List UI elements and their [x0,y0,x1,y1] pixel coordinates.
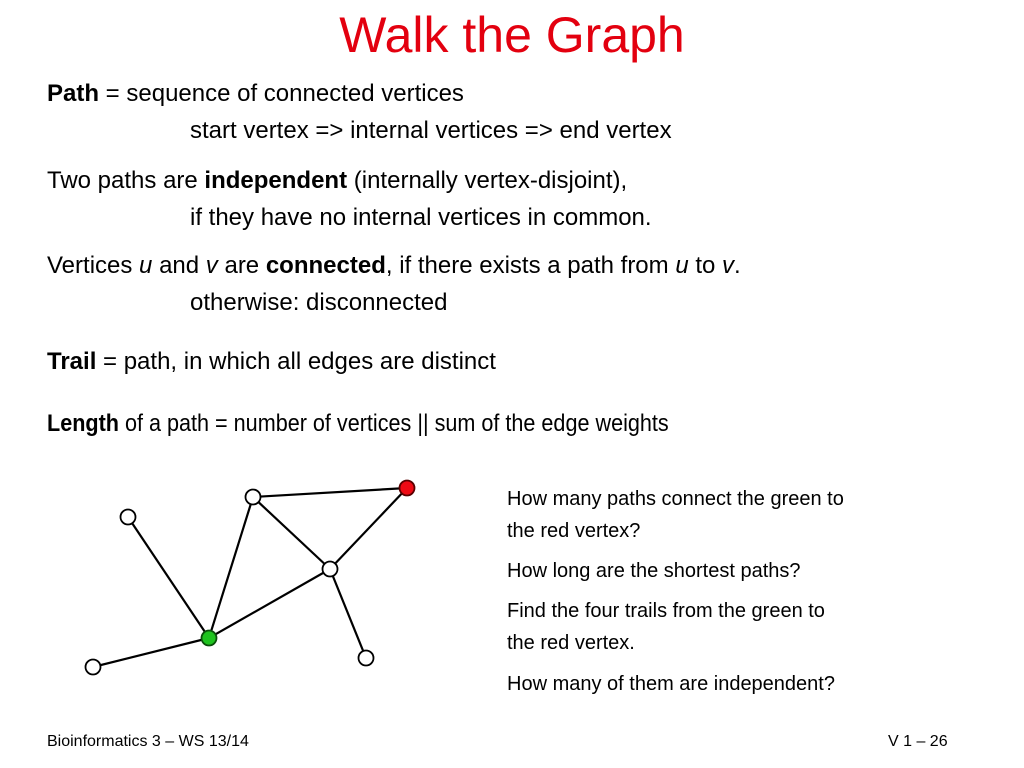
graph-edge [328,568,368,659]
red-end-vertex [398,479,416,497]
graph-edge [92,636,210,669]
question-3-line1: Find the four trails from the green to [507,600,825,622]
graph-vertex [357,649,375,667]
graph-vertex [119,508,137,526]
green-start-vertex [200,629,218,647]
graph-edge [127,516,210,639]
question-1-line1: How many paths connect the green to [507,488,844,510]
graph-vertex [321,560,339,578]
question-4: How many of them are independent? [507,673,835,695]
question-3-line2: the red vertex. [507,632,635,654]
footer-course: Bioinformatics 3 – WS 13/14 [47,733,249,750]
graph-edge [252,486,408,499]
graph-vertex [244,488,262,506]
question-1-line2: the red vertex? [507,520,641,542]
graph-vertex [84,658,102,676]
graph-edge [329,487,408,570]
footer-page-number: V 1 – 26 [888,733,948,750]
graph-edges [92,486,408,669]
question-2: How long are the shortest paths? [507,560,801,582]
graph-edge [252,496,331,570]
